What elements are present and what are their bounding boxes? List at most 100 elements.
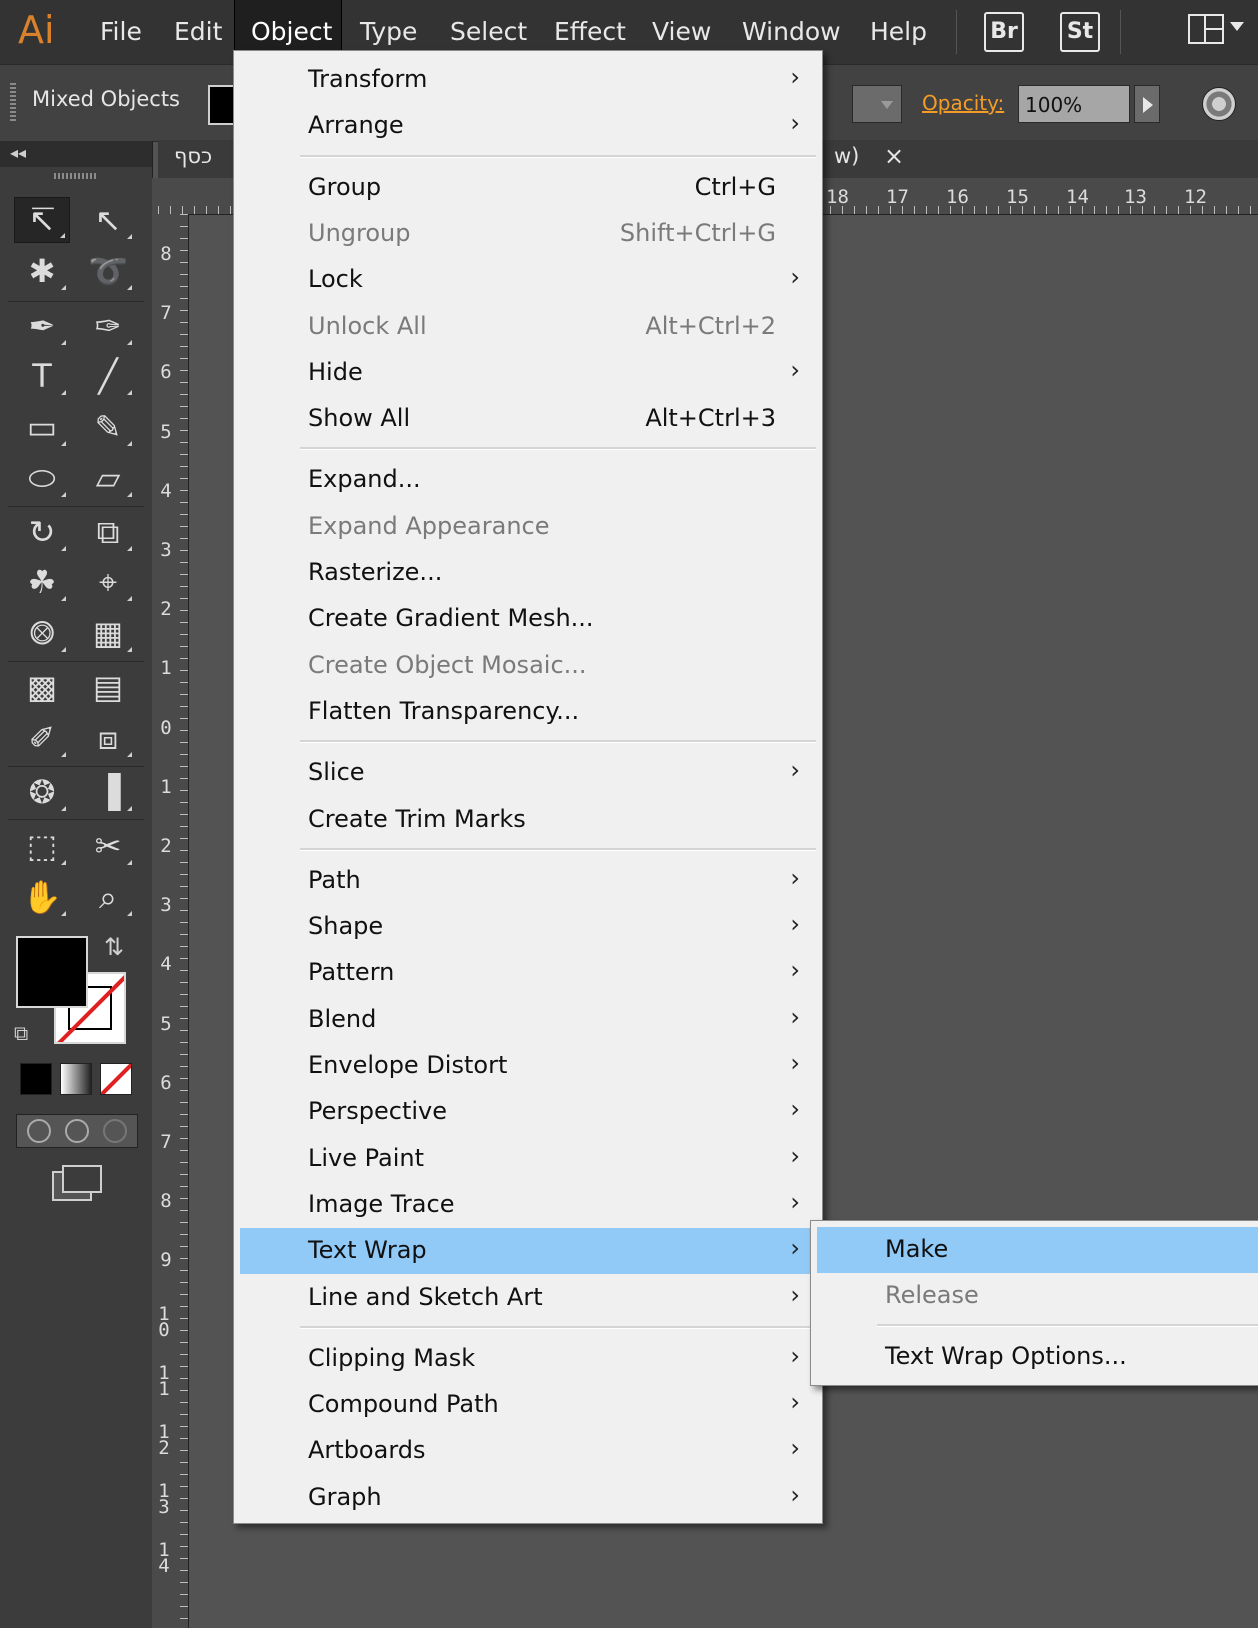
menu-item-ungroup[interactable]: Ungroup Shift+Ctrl+G	[240, 211, 816, 257]
default-fill-stroke-icon[interactable]: ⧉	[14, 1021, 28, 1045]
ruler-tick-label: 3	[160, 894, 172, 917]
gradient-tool-icon[interactable]: ▤	[80, 664, 136, 710]
menu-item-show-all[interactable]: Show All Alt+Ctrl+3	[240, 396, 816, 442]
stock-button[interactable]: St	[1060, 12, 1100, 52]
menu-item-group[interactable]: Group Ctrl+G	[240, 165, 816, 211]
color-mode-button[interactable]	[20, 1063, 52, 1095]
menu-item-artboards[interactable]: Artboards ›	[240, 1428, 816, 1474]
menu-separator	[877, 1324, 1258, 1327]
menu-item-shape[interactable]: Shape ›	[240, 904, 816, 950]
menu-item-label: Perspective	[308, 1097, 447, 1126]
close-icon[interactable]: ×	[884, 142, 904, 170]
draw-inside-icon[interactable]	[103, 1119, 127, 1143]
menu-item-expand[interactable]: Expand...	[240, 457, 816, 503]
selection-type-label: Mixed Objects	[32, 87, 180, 111]
menu-item-label: Hide	[308, 357, 363, 386]
fill-color-swatch[interactable]	[16, 936, 88, 1008]
none-mode-button[interactable]	[100, 1063, 132, 1095]
menu-item-create-trim-marks[interactable]: Create Trim Marks	[240, 797, 816, 843]
menu-item-label: Create Gradient Mesh...	[308, 604, 594, 633]
hand-tool-icon[interactable]: ✋	[14, 874, 70, 920]
panel-grip-icon[interactable]	[54, 173, 98, 179]
document-tab-title-suffix[interactable]: w)	[834, 144, 859, 168]
menu-item-perspective[interactable]: Perspective ›	[240, 1089, 816, 1135]
menu-item-path[interactable]: Path ›	[240, 858, 816, 904]
menu-item-create-gradient-mesh[interactable]: Create Gradient Mesh...	[240, 596, 816, 642]
collapse-panel-icon[interactable]: ◂◂	[10, 143, 26, 162]
swap-fill-stroke-icon[interactable]: ⇅	[104, 933, 124, 961]
menu-item-transform[interactable]: Transform ›	[240, 57, 816, 103]
mesh-tool-icon[interactable]: ▩	[14, 664, 70, 710]
curvature-tool-icon[interactable]: ✑	[80, 303, 136, 349]
menu-item-create-object-mosaic[interactable]: Create Object Mosaic...	[240, 643, 816, 689]
submenu-item-release[interactable]: Release	[817, 1273, 1258, 1319]
shaper-tool-icon[interactable]: ⬭	[14, 455, 70, 501]
menu-help[interactable]: Help	[854, 0, 943, 64]
direct-selection-tool-icon[interactable]: ↖	[80, 197, 136, 243]
bridge-button[interactable]: Br	[984, 12, 1024, 52]
menu-item-label: Line and Sketch Art	[308, 1282, 543, 1311]
workspace-switcher-icon[interactable]	[1188, 14, 1224, 44]
artboard-tool-icon[interactable]: ⬚	[14, 823, 70, 869]
eyedropper-tool-icon[interactable]: ✐	[14, 715, 70, 761]
paintbrush-tool-icon[interactable]: ✎	[80, 404, 136, 450]
free-transform-tool-icon[interactable]: ⌖	[80, 559, 136, 605]
menu-item-rasterize[interactable]: Rasterize...	[240, 550, 816, 596]
menu-item-unlock-all[interactable]: Unlock All Alt+Ctrl+2	[240, 304, 816, 350]
type-tool-icon[interactable]: T	[14, 353, 70, 399]
submenu-item-make[interactable]: Make	[817, 1227, 1258, 1273]
draw-normal-icon[interactable]	[27, 1119, 51, 1143]
submenu-item-text-wrap-options[interactable]: Text Wrap Options...	[817, 1334, 1258, 1380]
menu-item-blend[interactable]: Blend ›	[240, 997, 816, 1043]
menu-item-image-trace[interactable]: Image Trace ›	[240, 1182, 816, 1228]
column-graph-tool-icon[interactable]: ▐	[80, 769, 136, 815]
slice-tool-icon[interactable]: ✂	[80, 823, 136, 869]
menu-item-pattern[interactable]: Pattern ›	[240, 950, 816, 996]
menu-item-expand-appearance[interactable]: Expand Appearance	[240, 504, 816, 550]
rectangle-tool-icon[interactable]: ▭	[14, 404, 70, 450]
magic-wand-tool-icon[interactable]: ✱	[14, 248, 70, 294]
menu-item-line-and-sketch-art[interactable]: Line and Sketch Art ›	[240, 1275, 816, 1321]
document-tab-title[interactable]: כסף	[174, 144, 212, 168]
menu-item-live-paint[interactable]: Live Paint ›	[240, 1136, 816, 1182]
zoom-tool-icon[interactable]: ⌕	[80, 874, 136, 920]
ruler-tick-label: 2	[160, 598, 172, 621]
menu-item-slice[interactable]: Slice ›	[240, 750, 816, 796]
menu-item-lock[interactable]: Lock ›	[240, 257, 816, 303]
menu-item-text-wrap[interactable]: Text Wrap ›	[240, 1228, 816, 1275]
stroke-style-dropdown[interactable]	[852, 85, 902, 123]
warp-tool-icon[interactable]: ☘	[14, 559, 70, 605]
menu-item-clipping-mask[interactable]: Clipping Mask ›	[240, 1336, 816, 1382]
menu-item-graph[interactable]: Graph ›	[240, 1475, 816, 1521]
line-segment-tool-icon[interactable]: ╱	[80, 353, 136, 399]
perspective-grid-tool-icon[interactable]: ▦	[80, 610, 136, 656]
blend-tool-icon[interactable]: ⧈	[80, 715, 136, 761]
opacity-label[interactable]: Opacity:	[922, 91, 1004, 115]
menu-edit[interactable]: Edit	[158, 0, 238, 64]
draw-behind-icon[interactable]	[65, 1119, 89, 1143]
opacity-slider-toggle[interactable]	[1134, 85, 1160, 123]
eraser-tool-icon[interactable]: ▱	[80, 455, 136, 501]
chevron-down-icon[interactable]	[1230, 22, 1244, 31]
gradient-mode-button[interactable]	[60, 1063, 92, 1095]
recolor-artwork-icon[interactable]	[1202, 87, 1236, 121]
ruler-tick-label: 10	[158, 1302, 170, 1341]
ruler-tick-label: 13	[158, 1480, 170, 1519]
symbol-sprayer-tool-icon[interactable]: ❂	[14, 769, 70, 815]
menu-item-label: Expand Appearance	[308, 511, 550, 540]
shape-builder-tool-icon[interactable]: ⨷	[14, 610, 70, 656]
lasso-tool-icon[interactable]: ➰	[80, 248, 136, 294]
selection-tool-icon[interactable]: ↸	[14, 197, 70, 243]
rotate-tool-icon[interactable]: ↻	[14, 509, 70, 555]
menu-item-compound-path[interactable]: Compound Path ›	[240, 1382, 816, 1428]
pen-tool-icon[interactable]: ✒	[14, 303, 70, 349]
screen-mode-icon[interactable]	[52, 1165, 102, 1201]
menu-item-arrange[interactable]: Arrange ›	[240, 103, 816, 149]
menu-item-flatten-transparency[interactable]: Flatten Transparency...	[240, 689, 816, 735]
menu-file[interactable]: File	[84, 0, 158, 64]
opacity-input[interactable]: 100%	[1018, 85, 1130, 123]
menu-item-hide[interactable]: Hide ›	[240, 350, 816, 396]
menu-item-envelope-distort[interactable]: Envelope Distort ›	[240, 1043, 816, 1089]
scale-tool-icon[interactable]: ⧉	[80, 509, 136, 555]
panel-grip-icon[interactable]	[10, 83, 16, 123]
